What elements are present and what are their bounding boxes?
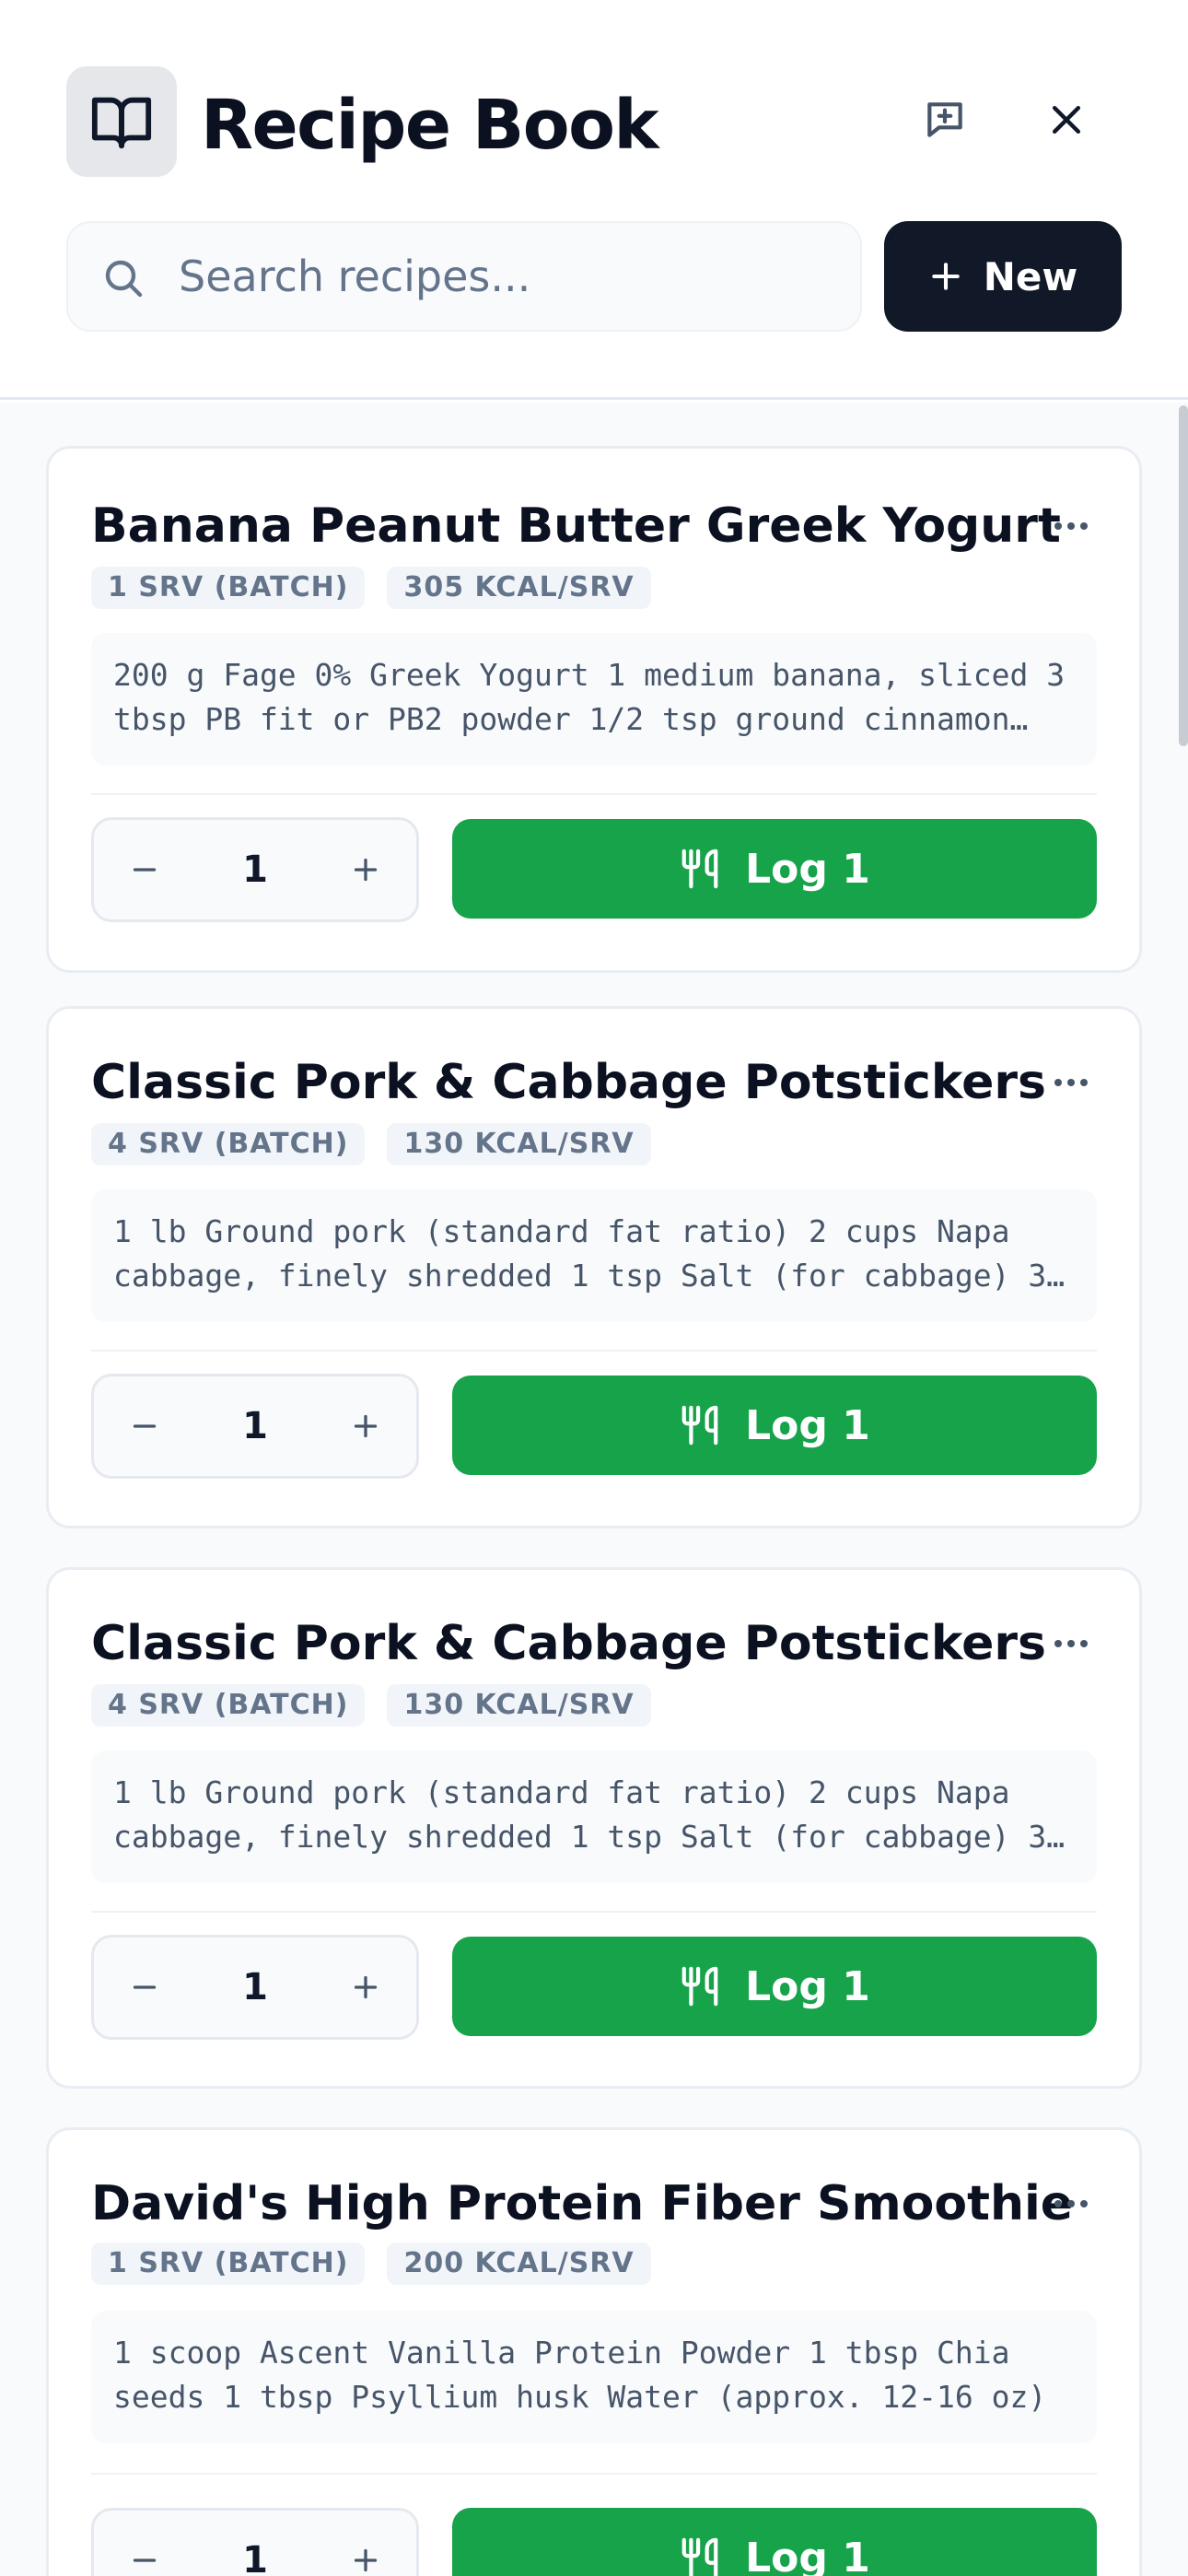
search-input[interactable] [179, 223, 842, 330]
utensils-icon [681, 1405, 718, 1446]
recipe-title: David's High Protein Fiber Smoothie [91, 2176, 1074, 2231]
servings-badge: 4 SRV (BATCH) [91, 1123, 366, 1165]
recipe-card: Classic Pork & Cabbage Potstickers 4 SRV… [46, 1567, 1142, 2089]
ingredients-preview: 1 lb Ground pork (standard fat ratio) 2 … [91, 1189, 1097, 1322]
increment-button[interactable] [315, 1938, 416, 2037]
calories-badge: 130 KCAL/SRV [387, 1684, 651, 1727]
more-options-button[interactable] [1038, 1614, 1104, 1673]
recipe-title: Banana Peanut Butter Greek Yogurt [91, 498, 1061, 554]
utensils-icon [681, 849, 718, 889]
more-options-button[interactable] [1038, 2174, 1104, 2233]
decrement-button[interactable] [94, 1938, 195, 2037]
servings-badge: 1 SRV (BATCH) [91, 567, 366, 609]
more-horizontal-icon [1054, 1640, 1088, 1647]
increment-button[interactable] [315, 2511, 416, 2576]
divider [91, 1911, 1097, 1913]
log-button[interactable]: Log 1 [452, 819, 1097, 919]
more-horizontal-icon [1054, 2200, 1088, 2207]
divider [91, 793, 1097, 795]
close-icon [1052, 105, 1081, 135]
quantity-stepper: 1 [91, 817, 419, 922]
ingredients-text: 1 lb Ground pork (standard fat ratio) 2 … [113, 1774, 1047, 1855]
ingredients-preview: 1 scoop Ascent Vanilla Protein Powder 1 … [91, 2311, 1097, 2443]
recipe-card: Banana Peanut Butter Greek Yogurt 1 SRV … [46, 446, 1142, 973]
recipe-card: Classic Pork & Cabbage Potstickers 4 SRV… [46, 1006, 1142, 1528]
search-box [66, 221, 862, 332]
more-horizontal-icon [1054, 1079, 1088, 1086]
recipe-badges: 4 SRV (BATCH) 130 KCAL/SRV [91, 1123, 651, 1165]
recipe-badges: 1 SRV (BATCH) 200 KCAL/SRV [91, 2242, 651, 2285]
page-title: Recipe Book [201, 86, 659, 165]
plus-icon [354, 1414, 378, 1438]
scrollbar[interactable] [1179, 405, 1188, 746]
new-recipe-button[interactable]: New [884, 221, 1122, 332]
more-options-button[interactable] [1038, 1053, 1104, 1112]
servings-badge: 1 SRV (BATCH) [91, 2242, 366, 2285]
feedback-button[interactable] [904, 79, 985, 160]
recipe-badges: 1 SRV (BATCH) 305 KCAL/SRV [91, 567, 651, 609]
recipe-card: David's High Protein Fiber Smoothie 1 SR… [46, 2127, 1142, 2576]
minus-icon [133, 868, 157, 872]
utensils-icon [681, 1966, 718, 2007]
more-horizontal-icon [1054, 522, 1088, 530]
quantity-value[interactable]: 1 [195, 820, 315, 919]
increment-button[interactable] [315, 820, 416, 919]
decrement-button[interactable] [94, 1376, 195, 1476]
minus-icon [133, 1424, 157, 1428]
header: Recipe Book New [0, 0, 1188, 400]
quantity-stepper: 1 [91, 1374, 419, 1479]
recipe-list: Banana Peanut Butter Greek Yogurt 1 SRV … [0, 403, 1188, 2576]
log-button-label: Log 1 [745, 845, 870, 893]
log-button[interactable]: Log 1 [452, 1937, 1097, 2036]
recipe-title: Classic Pork & Cabbage Potstickers [91, 1055, 1046, 1110]
minus-icon [133, 2558, 157, 2562]
decrement-button[interactable] [94, 820, 195, 919]
quantity-value[interactable]: 1 [195, 1376, 315, 1476]
log-button-label: Log 1 [745, 1401, 870, 1449]
calories-badge: 130 KCAL/SRV [387, 1123, 651, 1165]
calories-badge: 305 KCAL/SRV [387, 567, 651, 609]
divider [91, 2473, 1097, 2475]
new-button-label: New [983, 253, 1078, 299]
plus-icon [354, 858, 378, 882]
ingredients-text: 1 scoop Ascent Vanilla Protein Powder 1 … [113, 2335, 1047, 2415]
recipe-badges: 4 SRV (BATCH) 130 KCAL/SRV [91, 1684, 651, 1727]
log-button[interactable]: Log 1 [452, 2508, 1097, 2576]
utensils-icon [681, 2537, 718, 2576]
ingredients-text: 1 lb Ground pork (standard fat ratio) 2 … [113, 1213, 1047, 1294]
close-button[interactable] [1026, 79, 1107, 160]
increment-button[interactable] [315, 1376, 416, 1476]
recipe-title: Classic Pork & Cabbage Potstickers [91, 1616, 1046, 1671]
minus-icon [133, 1985, 157, 1989]
decrement-button[interactable] [94, 2511, 195, 2576]
log-button-label: Log 1 [745, 2534, 870, 2576]
calories-badge: 200 KCAL/SRV [387, 2242, 651, 2285]
recipe-book-app: Recipe Book New [0, 0, 1188, 2576]
quantity-value[interactable]: 1 [195, 1938, 315, 2037]
ingredients-preview: 1 lb Ground pork (standard fat ratio) 2 … [91, 1751, 1097, 1883]
plus-icon [932, 263, 960, 290]
log-button-label: Log 1 [745, 1962, 870, 2010]
plus-icon [354, 2548, 378, 2572]
ingredients-preview: 200 g Fage 0% Greek Yogurt 1 medium bana… [91, 633, 1097, 766]
quantity-stepper: 1 [91, 2508, 419, 2576]
plus-icon [354, 1975, 378, 1999]
quantity-stepper: 1 [91, 1935, 419, 2040]
log-button[interactable]: Log 1 [452, 1376, 1097, 1475]
divider [91, 1350, 1097, 1352]
search-icon [105, 260, 143, 298]
logo [66, 66, 177, 177]
open-book-icon [91, 97, 152, 149]
ingredients-text: 200 g Fage 0% Greek Yogurt 1 medium bana… [113, 657, 1066, 737]
servings-badge: 4 SRV (BATCH) [91, 1684, 366, 1727]
message-plus-icon [927, 102, 962, 137]
more-options-button[interactable] [1038, 497, 1104, 556]
quantity-value[interactable]: 1 [195, 2511, 315, 2576]
